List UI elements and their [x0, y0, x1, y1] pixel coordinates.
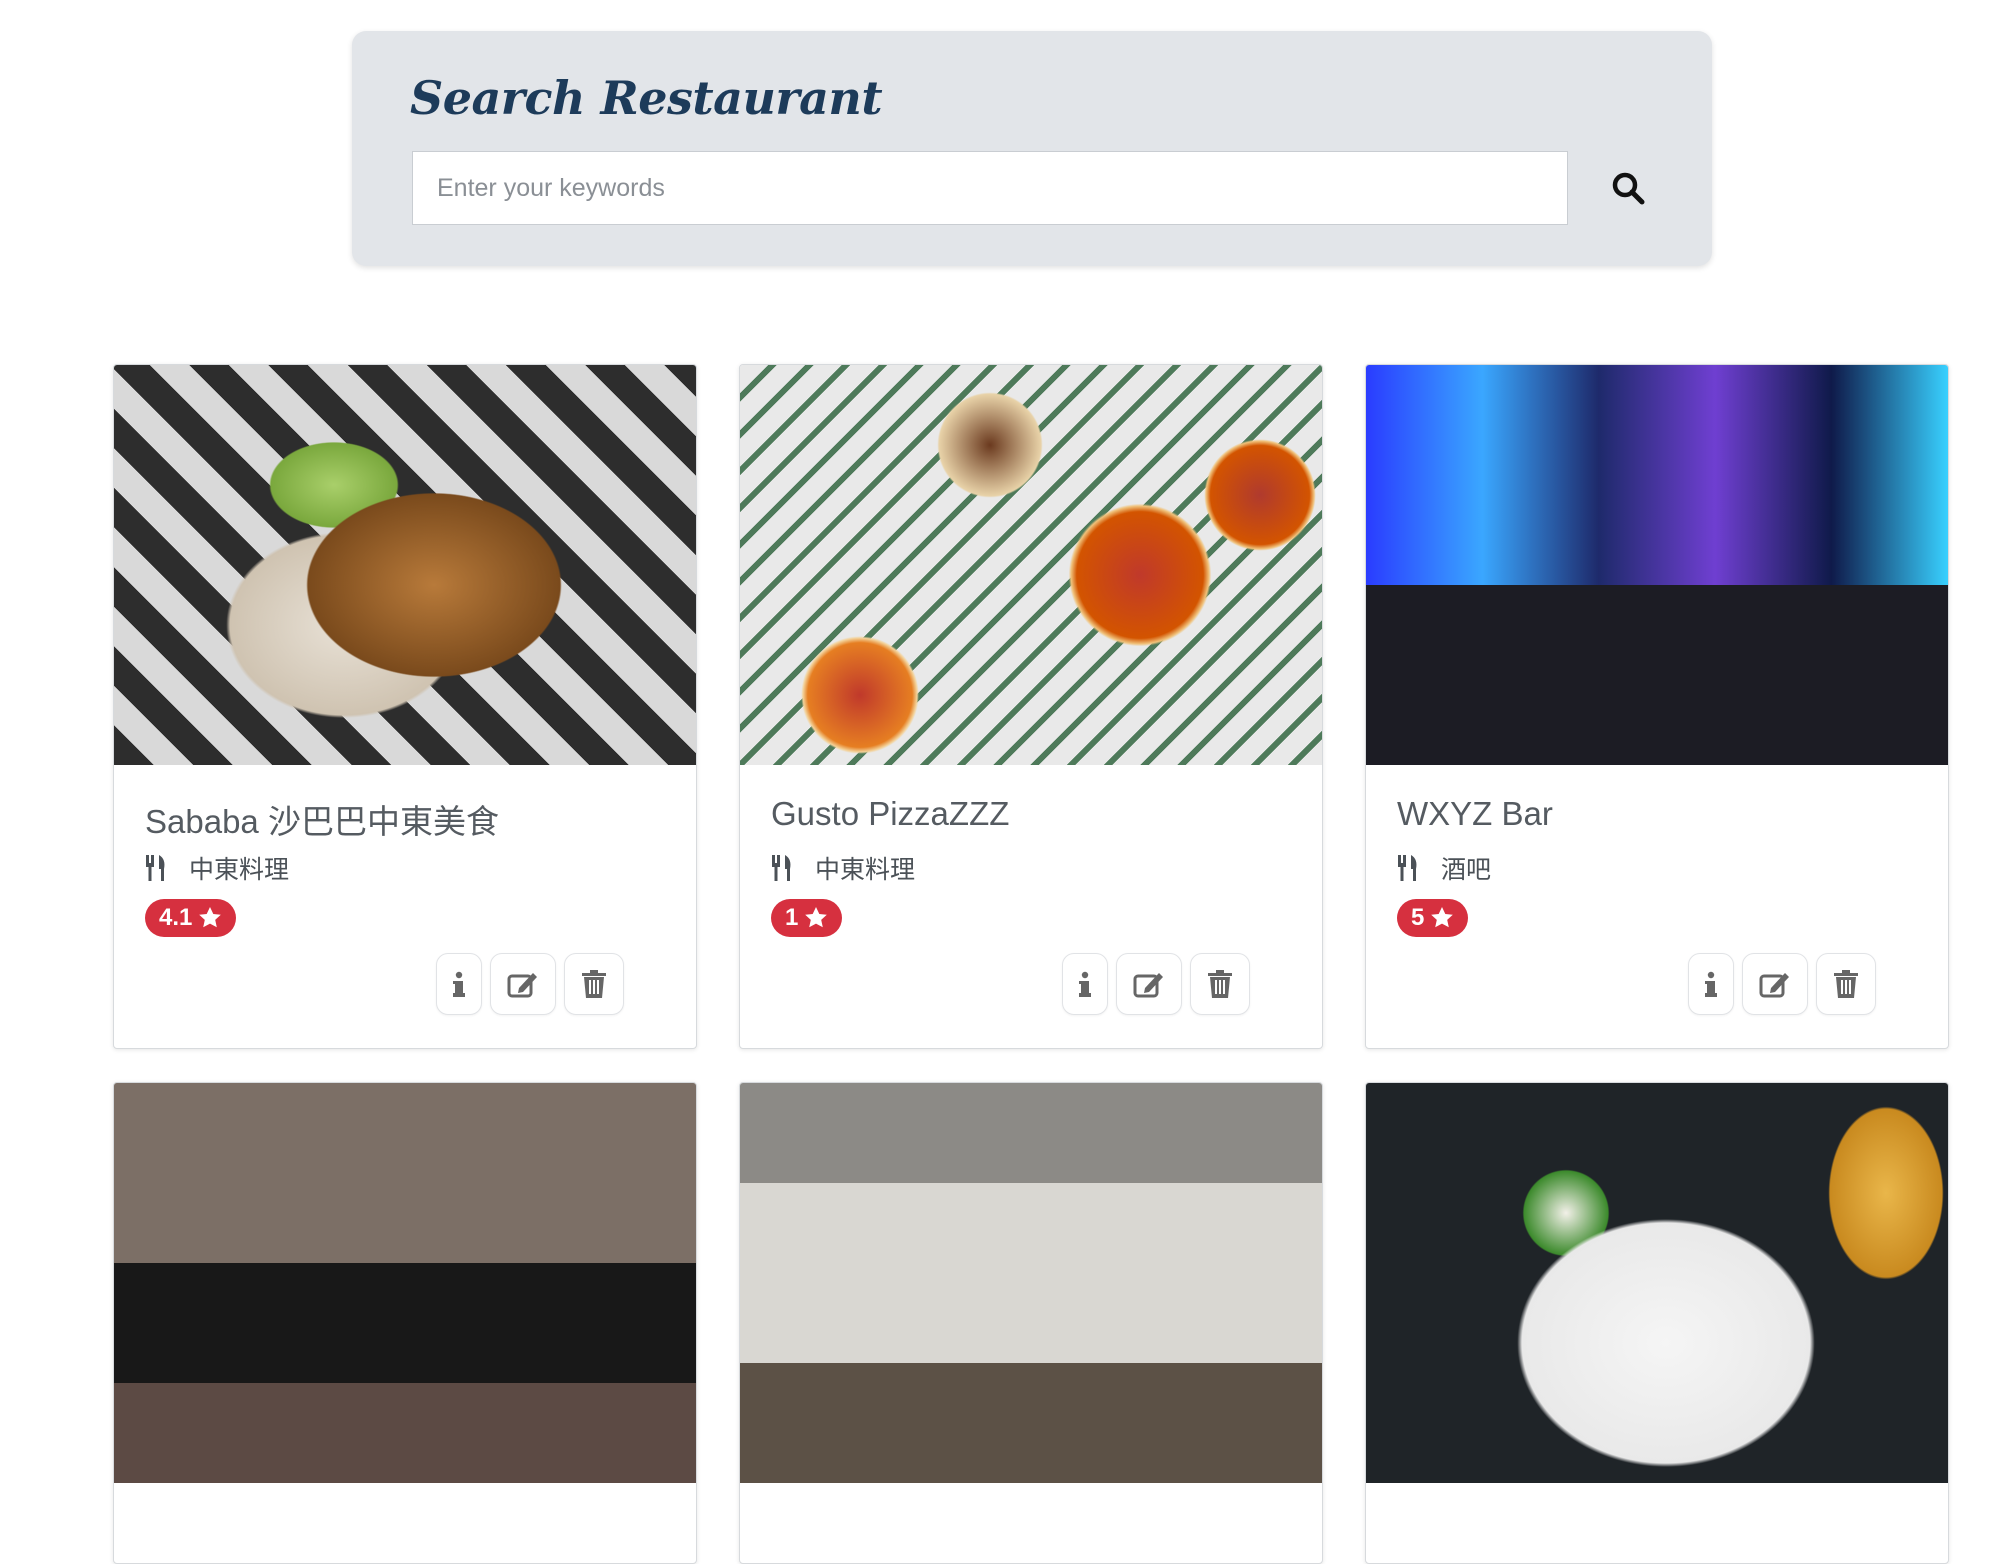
- info-button[interactable]: [436, 953, 482, 1015]
- edit-button[interactable]: [1742, 953, 1808, 1015]
- category-label: 中東料理: [189, 856, 290, 884]
- restaurant-name: Gusto PizzaZZZ: [771, 795, 1010, 832]
- restaurant-image[interactable]: [740, 1083, 1322, 1483]
- star-icon: [805, 907, 828, 928]
- restaurant-category: 中東料理: [771, 850, 915, 886]
- search-input[interactable]: [412, 151, 1568, 225]
- restaurant-name: Sababa 沙巴巴中東美食: [145, 803, 499, 840]
- restaurant-card: WXYZ Bar 酒吧 5: [1365, 364, 1949, 1049]
- utensils-icon: [772, 855, 791, 881]
- restaurant-card: [1365, 1082, 1949, 1564]
- rating-value: 4.1: [159, 904, 193, 931]
- rating-value: 5: [1411, 904, 1425, 931]
- search-icon: [1612, 172, 1645, 205]
- restaurant-card: Sababa 沙巴巴中東美食 中東料理 4.1: [113, 364, 697, 1049]
- edit-button[interactable]: [1116, 953, 1182, 1015]
- info-icon: [1079, 971, 1091, 997]
- restaurant-card: Gusto PizzaZZZ 中東料理 1: [739, 364, 1323, 1049]
- restaurant-category: 酒吧: [1397, 850, 1491, 886]
- trash-icon: [1834, 970, 1858, 998]
- category-label: 中東料理: [815, 856, 916, 884]
- edit-icon: [1133, 973, 1163, 998]
- info-icon: [453, 971, 465, 997]
- search-button[interactable]: [1588, 151, 1668, 225]
- restaurant-category: 中東料理: [145, 850, 289, 886]
- delete-button[interactable]: [1816, 953, 1876, 1015]
- info-button[interactable]: [1688, 953, 1734, 1015]
- info-icon: [1705, 971, 1717, 997]
- restaurant-image[interactable]: [114, 365, 696, 765]
- restaurant-image[interactable]: [1366, 1083, 1948, 1483]
- edit-button[interactable]: [490, 953, 556, 1015]
- restaurant-name: WXYZ Bar: [1397, 795, 1553, 832]
- search-panel: Search Restaurant: [352, 31, 1712, 266]
- star-icon: [1431, 907, 1454, 928]
- restaurant-image[interactable]: [1366, 365, 1948, 765]
- info-button[interactable]: [1062, 953, 1108, 1015]
- restaurant-card: [113, 1082, 697, 1564]
- restaurant-image[interactable]: [114, 1083, 696, 1483]
- delete-button[interactable]: [564, 953, 624, 1015]
- restaurant-card: [739, 1082, 1323, 1564]
- delete-button[interactable]: [1190, 953, 1250, 1015]
- rating-badge: 5: [1397, 899, 1469, 937]
- edit-icon: [507, 973, 537, 998]
- trash-icon: [1208, 970, 1232, 998]
- edit-icon: [1759, 973, 1789, 998]
- search-title: Search Restaurant: [410, 71, 883, 125]
- restaurant-image[interactable]: [740, 365, 1322, 765]
- category-label: 酒吧: [1441, 856, 1492, 884]
- trash-icon: [582, 970, 606, 998]
- rating-badge: 4.1: [145, 899, 237, 937]
- rating-badge: 1: [771, 899, 843, 937]
- utensils-icon: [146, 855, 165, 881]
- star-icon: [199, 907, 222, 928]
- rating-value: 1: [785, 904, 799, 931]
- utensils-icon: [1398, 855, 1417, 881]
